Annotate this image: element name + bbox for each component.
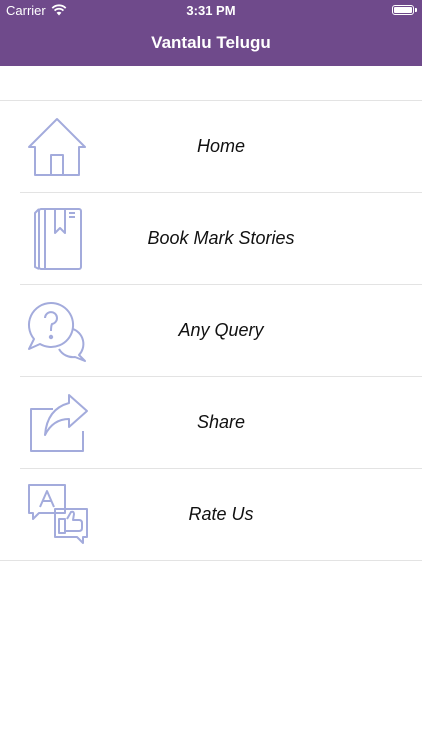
menu-item-rate-us[interactable]: Rate Us	[0, 469, 422, 561]
menu-item-label: Book Mark Stories	[147, 228, 295, 248]
menu-item-any-query[interactable]: Any Query	[20, 285, 422, 377]
menu-item-share[interactable]: Share	[20, 377, 422, 469]
clock: 3:31 PM	[186, 3, 236, 18]
menu-item-home[interactable]: Home	[20, 101, 422, 193]
menu-item-label: Rate Us	[188, 504, 254, 524]
menu-list: Home Book Mark Stories Any Query Share R…	[0, 101, 422, 561]
nav-header: Carrier 3:31 PM Vantalu Telugu	[0, 0, 422, 66]
menu-item-label: Share	[196, 412, 246, 432]
status-bar: Carrier 3:31 PM	[0, 0, 422, 22]
page-title: Vantalu Telugu	[151, 33, 271, 52]
menu-item-bookmark-stories[interactable]: Book Mark Stories	[20, 193, 422, 285]
menu-item-label: Home	[196, 136, 245, 156]
menu-item-label: Any Query	[178, 320, 264, 340]
battery-icon	[392, 5, 417, 15]
